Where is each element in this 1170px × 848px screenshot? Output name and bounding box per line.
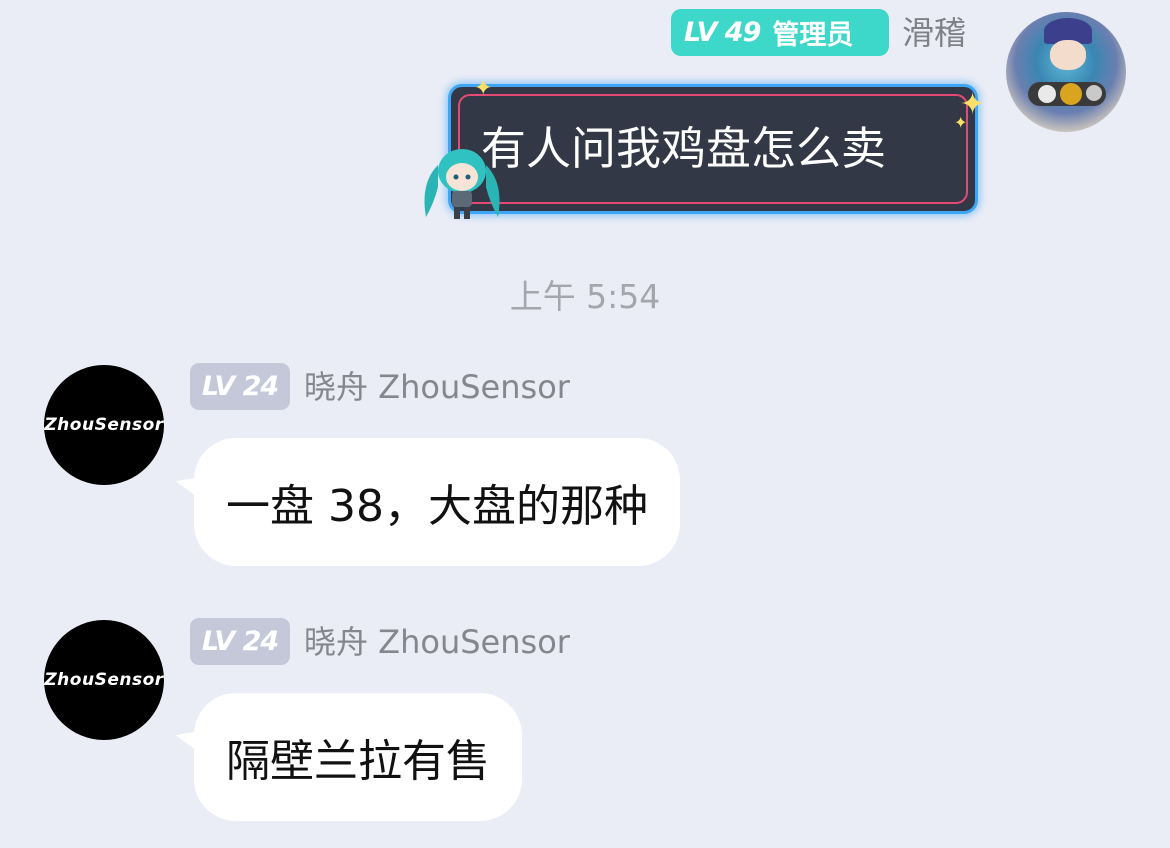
message-text: 有人问我鸡盘怎么卖: [481, 122, 887, 175]
miku-chibi-sticker-icon: [424, 149, 500, 219]
level-badge: LV 24: [190, 363, 290, 410]
sparkle-icon: ✦: [474, 76, 493, 101]
level-badge: LV 24: [190, 618, 290, 665]
message-text: 一盘 38，大盘的那种: [226, 481, 648, 532]
level-badge-admin: LV 49 管理员: [671, 9, 889, 56]
sender-name[interactable]: 晓舟 ZhouSensor: [304, 363, 570, 411]
message-bubble-outgoing[interactable]: 有人问我鸡盘怎么卖: [448, 84, 978, 214]
avatar[interactable]: ZhouSensor: [44, 620, 164, 740]
message-bubble-incoming[interactable]: 一盘 38，大盘的那种: [194, 438, 680, 566]
sender-name[interactable]: 滑稽: [902, 11, 966, 55]
message-text: 隔壁兰拉有售: [226, 736, 490, 787]
avatar[interactable]: [1006, 12, 1126, 132]
level-label: LV 49: [684, 17, 761, 48]
message-bubble-incoming[interactable]: 隔壁兰拉有售: [194, 693, 522, 821]
sender-name[interactable]: 晓舟 ZhouSensor: [304, 618, 570, 666]
timestamp: 上午 5:54: [509, 277, 661, 316]
avatar[interactable]: ZhouSensor: [44, 365, 164, 485]
role-label: 管理员: [772, 20, 854, 51]
sparkle-icon: ✦: [954, 113, 968, 132]
